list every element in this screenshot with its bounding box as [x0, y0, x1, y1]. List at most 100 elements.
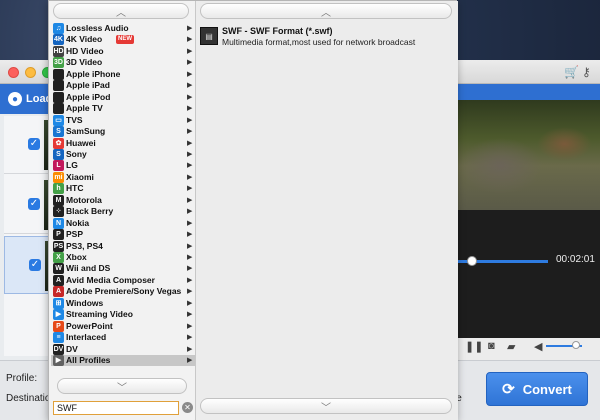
category-item[interactable]: P PSP ▶: [51, 229, 195, 241]
chevron-right-icon: ▶: [187, 59, 193, 67]
category-item[interactable]: W Wii and DS ▶: [51, 263, 195, 275]
category-item[interactable]: mi Xiaomi ▶: [51, 171, 195, 183]
category-item[interactable]: Apple iPad ▶: [51, 80, 195, 92]
category-label: Wii and DS: [66, 263, 111, 274]
category-pane: ︿ ♫ Lossless Audio ▶ 4K 4K Video ▶ NEW HD HD Vid…: [49, 1, 196, 420]
category-label: TVS: [66, 114, 83, 125]
category-item[interactable]: PS PS3, PS4 ▶: [51, 240, 195, 252]
file-checkbox[interactable]: ✓: [28, 138, 40, 150]
pause-icon[interactable]: ❚❚: [465, 340, 483, 353]
category-item[interactable]: ♫ Lossless Audio ▶: [51, 23, 195, 34]
video-preview[interactable]: [458, 100, 600, 210]
chevron-right-icon: ▶: [187, 162, 193, 170]
category-label: Xbox: [66, 252, 87, 262]
chevron-right-icon: ▶: [187, 93, 193, 101]
category-item[interactable]: P PowerPoint ▶: [51, 320, 195, 332]
seek-handle[interactable]: [467, 256, 477, 266]
chevron-right-icon: ▶: [187, 105, 193, 113]
category-item[interactable]: 3D 3D Video ▶: [51, 57, 195, 69]
chevron-right-icon: ▶: [187, 116, 193, 124]
category-item[interactable]: ⁘ Black Berry ▶: [51, 206, 195, 218]
close-window-button[interactable]: [8, 67, 19, 78]
avid-icon: A: [53, 274, 64, 286]
htc-icon: h: [53, 183, 64, 195]
category-label: Interlaced: [66, 332, 107, 343]
convert-button[interactable]: ⟳ Convert: [486, 372, 588, 406]
key-icon[interactable]: ⚷: [582, 64, 591, 80]
format-pane: ︿ ▤ SWF - SWF Format (*.swf) Multimedia …: [196, 1, 458, 420]
chevron-right-icon: ▶: [187, 276, 193, 284]
format-scroll-down-button[interactable]: ﹀: [200, 398, 452, 414]
category-item[interactable]: X Xbox ▶: [51, 252, 195, 263]
chevron-right-icon: ▶: [187, 219, 193, 227]
category-item[interactable]: ≡ Interlaced ▶: [51, 332, 195, 344]
clear-search-icon[interactable]: ✕: [182, 402, 193, 413]
chevron-right-icon: ▶: [187, 357, 193, 365]
category-label: HD Video: [66, 45, 104, 56]
category-item[interactable]: N Nokia ▶: [51, 217, 195, 229]
category-label: Nokia: [66, 217, 90, 228]
camera-icon[interactable]: ◙: [488, 340, 495, 352]
category-item[interactable]: S Sony ▶: [51, 148, 195, 160]
playstation-icon: PS: [53, 240, 64, 252]
ipod-icon: [53, 91, 64, 103]
category-label: HTC: [66, 183, 84, 194]
scroll-up-button[interactable]: ︿: [53, 3, 189, 19]
chevron-right-icon: ▶: [187, 254, 193, 261]
minimize-window-button[interactable]: [25, 67, 36, 78]
category-label: DV: [66, 343, 78, 354]
chevron-right-icon: ▶: [187, 150, 193, 158]
category-label: Windows: [66, 297, 104, 308]
convert-icon: ⟳: [502, 381, 515, 398]
category-item[interactable]: HD HD Video ▶: [51, 45, 195, 57]
category-item[interactable]: 4K 4K Video ▶ NEW: [51, 34, 195, 46]
category-item[interactable]: ▶ All Profiles ▶: [51, 355, 195, 367]
category-item[interactable]: h HTC ▶: [51, 183, 195, 195]
category-label: Motorola: [66, 194, 102, 205]
category-item[interactable]: Apple iPod ▶: [51, 91, 195, 103]
category-item[interactable]: A Adobe Premiere/Sony Vegas ▶: [51, 286, 195, 298]
category-item[interactable]: A Avid Media Composer ▶: [51, 274, 195, 286]
category-item[interactable]: S SamSung ▶: [51, 126, 195, 138]
file-checkbox[interactable]: ✓: [29, 259, 41, 271]
format-item-swf[interactable]: ▤ SWF - SWF Format (*.swf) Multimedia fo…: [198, 25, 456, 47]
cart-icon[interactable]: 🛒: [564, 64, 579, 80]
windows-icon: ⊞: [53, 297, 64, 309]
folder-icon[interactable]: ▰: [507, 340, 515, 353]
tv-icon: ▭: [53, 114, 64, 126]
format-description: Multimedia format,most used for network …: [222, 37, 416, 47]
file-checkbox[interactable]: ✓: [28, 198, 40, 210]
category-label: Black Berry: [66, 206, 114, 217]
format-search-input[interactable]: [53, 401, 179, 415]
category-item[interactable]: DV DV ▶: [51, 343, 195, 355]
chevron-right-icon: ▶: [187, 82, 193, 90]
category-label: 3D Video: [66, 57, 103, 68]
dv-icon: DV: [53, 343, 64, 355]
chevron-up-icon: ︿: [116, 7, 126, 19]
category-item[interactable]: ✿ Huawei ▶: [51, 137, 195, 149]
chevron-right-icon: ▶: [187, 139, 193, 147]
category-item[interactable]: Apple iPhone ▶: [51, 68, 195, 80]
category-label: SamSung: [66, 126, 106, 137]
volume-handle[interactable]: [572, 341, 580, 349]
format-scroll-up-button[interactable]: ︿: [200, 3, 452, 19]
apple-tv-icon: [53, 103, 64, 115]
category-item[interactable]: L LG ▶: [51, 160, 195, 172]
chevron-right-icon: ▶: [187, 196, 193, 204]
adobe-icon: A: [53, 286, 64, 298]
category-item[interactable]: M Motorola ▶: [51, 194, 195, 206]
category-item[interactable]: ▭ TVS ▶: [51, 114, 195, 126]
category-label: Adobe Premiere/Sony Vegas: [66, 286, 182, 297]
category-item[interactable]: ⊞ Windows ▶: [51, 297, 195, 309]
chevron-right-icon: ▶: [187, 231, 193, 239]
scroll-down-button[interactable]: ﹀: [57, 378, 187, 394]
chevron-right-icon: ▶: [187, 25, 193, 32]
category-item[interactable]: ▶ Streaming Video ▶: [51, 309, 195, 321]
speaker-icon[interactable]: ◀: [534, 340, 542, 353]
category-label: Avid Media Composer: [66, 274, 155, 285]
3d-icon: 3D: [53, 57, 64, 69]
lg-icon: L: [53, 160, 64, 172]
sony-icon: S: [53, 148, 64, 160]
category-item[interactable]: Apple TV ▶: [51, 103, 195, 115]
format-name: SWF - SWF Format (*.swf): [222, 26, 333, 36]
